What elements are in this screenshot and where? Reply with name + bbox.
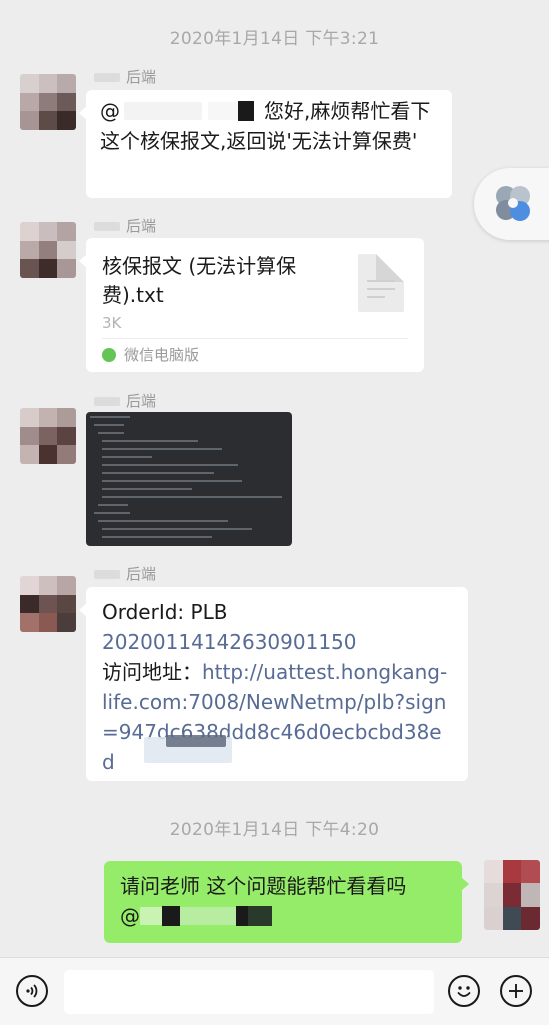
- mention: @: [120, 904, 140, 928]
- message-text: 请问老师 这个问题能帮忙看看吗: [120, 874, 407, 898]
- divider: [102, 338, 408, 339]
- sender-name: 后端: [94, 390, 156, 411]
- order-id-link[interactable]: 20200114142630901150: [102, 627, 452, 657]
- screenshot-image[interactable]: [86, 412, 292, 546]
- file-message-card[interactable]: 核保报文 (无法计算保费).txt 3K 微信电脑版: [79, 238, 424, 372]
- avatar[interactable]: [20, 408, 76, 464]
- avatar[interactable]: [20, 74, 76, 130]
- order-label: OrderId: PLB: [102, 600, 228, 624]
- more-plus-icon: [509, 984, 523, 998]
- avatar[interactable]: [20, 222, 76, 278]
- voice-input-icon: [26, 984, 38, 998]
- floating-window-icon: [496, 186, 530, 221]
- file-source: 微信电脑版: [102, 344, 199, 366]
- floating-window-button[interactable]: [474, 168, 549, 240]
- message-bubble[interactable]: OrderId: PLB 20200114142630901150 访问地址：h…: [79, 587, 468, 781]
- timestamp: 2020年1月14日 下午3:21: [169, 29, 380, 49]
- file-size: 3K: [102, 314, 122, 332]
- address-label: 访问地址：: [102, 660, 202, 684]
- file-name: 核保报文 (无法计算保费).txt: [102, 254, 297, 307]
- sender-name: 后端: [94, 563, 156, 584]
- message-input[interactable]: [64, 970, 434, 1014]
- more-plus-button[interactable]: [500, 975, 532, 1007]
- self-message-bubble[interactable]: 请问老师 这个问题能帮忙看看吗 @: [104, 861, 469, 943]
- sender-name: 后端: [94, 215, 156, 236]
- voice-input-button[interactable]: [16, 975, 48, 1007]
- emoji-button[interactable]: [448, 975, 480, 1007]
- sender-name: 后端: [94, 66, 156, 87]
- avatar[interactable]: [20, 576, 76, 632]
- emoji-icon: [457, 986, 471, 997]
- chat-input-bar: [0, 957, 549, 1025]
- timestamp: 2020年1月14日 下午4:20: [169, 820, 380, 840]
- txt-file-icon: [358, 254, 404, 312]
- mention: @: [100, 99, 120, 123]
- message-bubble[interactable]: @ 您好,麻烦帮忙看下这个核保报文,返回说'无法计算保费': [79, 90, 452, 198]
- self-avatar[interactable]: [484, 860, 540, 930]
- wechat-pc-icon: [102, 348, 116, 362]
